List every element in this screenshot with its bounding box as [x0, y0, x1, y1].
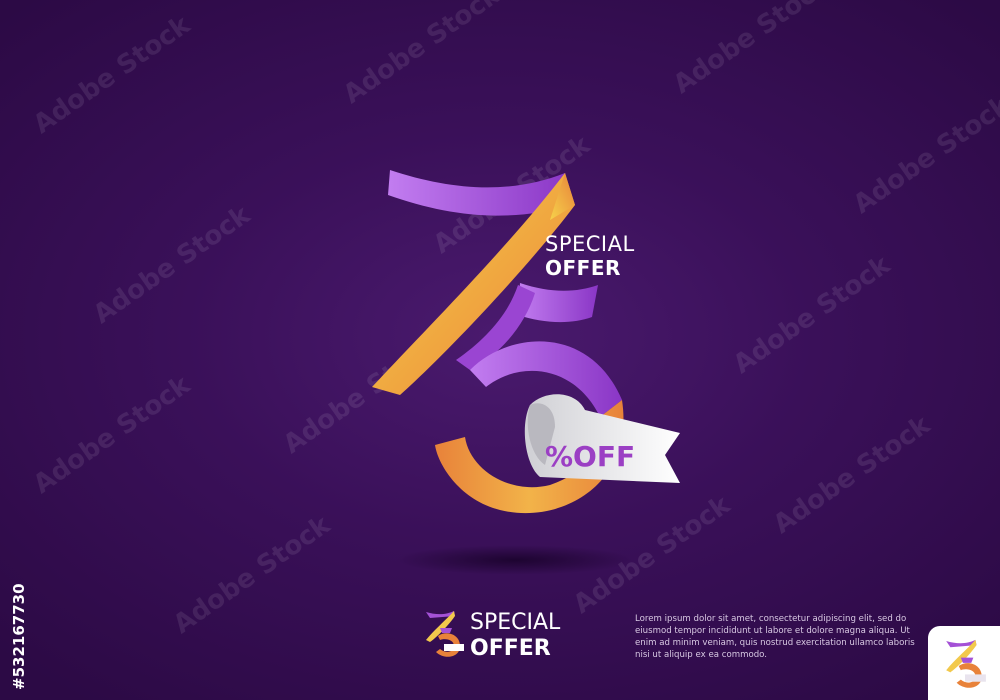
footer-offer-label: OFFER [470, 636, 551, 661]
stock-image-id: #532167730 [10, 583, 28, 690]
footer-special-label: SPECIAL [470, 610, 561, 635]
watermark: Adobe Stock [768, 410, 936, 540]
watermark: Adobe Stock [728, 250, 896, 380]
hero-special-label: SPECIAL [545, 232, 635, 256]
watermark: Adobe Stock [168, 510, 336, 640]
thumbnail-preview [928, 626, 1000, 700]
watermark: Adobe Stock [28, 10, 196, 140]
watermark: Adobe Stock [668, 0, 836, 100]
watermark: Adobe Stock [28, 370, 196, 500]
drop-shadow [395, 545, 635, 575]
ribbon-off-label: %OFF [545, 440, 636, 473]
mini-75-logo-icon [422, 608, 466, 662]
thumbnail-75-icon [946, 639, 986, 688]
footer-description: Lorem ipsum dolor sit amet, consectetur … [635, 614, 915, 660]
watermark: Adobe Stock [338, 0, 506, 110]
hero-75-graphic [360, 165, 690, 565]
hero-offer-label: OFFER [545, 256, 621, 280]
watermark: Adobe Stock [88, 200, 256, 330]
watermark: Adobe Stock [848, 90, 1000, 220]
ribbon-numerals-icon [372, 170, 680, 514]
